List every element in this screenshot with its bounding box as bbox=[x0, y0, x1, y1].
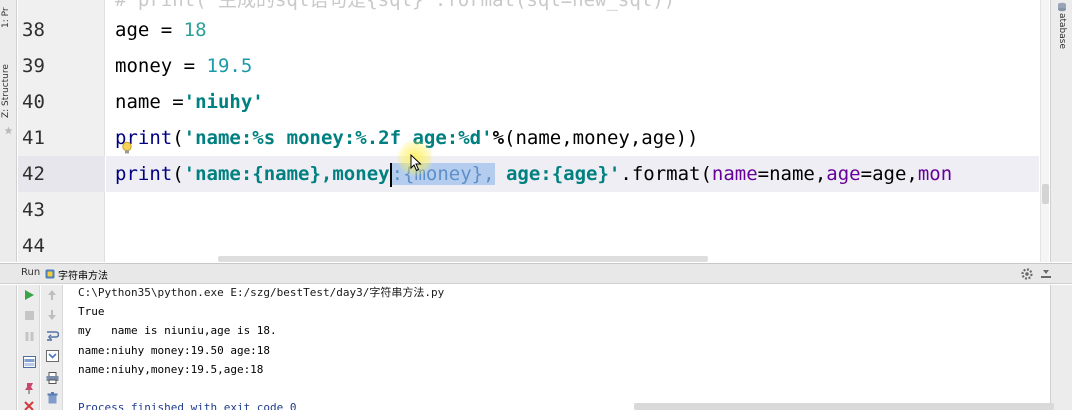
mouse-cursor-icon bbox=[410, 154, 422, 172]
console-line: name:niuhy,money:19.5,age:18 bbox=[78, 363, 264, 376]
paren: ( bbox=[172, 127, 184, 149]
close-icon bbox=[24, 401, 34, 410]
rerun-button[interactable] bbox=[22, 288, 36, 302]
line-number: 43 bbox=[22, 199, 45, 221]
line-number: 38 bbox=[22, 19, 45, 41]
status-bar-fragment bbox=[634, 403, 1054, 410]
string-literal: 'name:{name},mon bbox=[183, 163, 367, 185]
scroll-to-end-icon bbox=[45, 350, 59, 362]
console-line: True bbox=[78, 305, 105, 318]
string-literal: ' bbox=[481, 127, 493, 149]
play-icon bbox=[25, 290, 34, 300]
code-line-40[interactable]: name ='niuhy' bbox=[115, 84, 264, 120]
stop-icon bbox=[24, 310, 34, 320]
line-number: 44 bbox=[22, 235, 45, 257]
format-method: .format( bbox=[620, 163, 712, 185]
structure-tool-tab[interactable]: Z: Structure bbox=[1, 46, 11, 118]
print-icon bbox=[46, 372, 58, 384]
percent-operator: % bbox=[492, 127, 505, 149]
format-specifier: %s bbox=[252, 127, 276, 149]
string-literal: 'name: bbox=[183, 127, 253, 149]
soft-wrap-button[interactable] bbox=[45, 329, 59, 343]
stop-button[interactable] bbox=[22, 308, 36, 322]
pin-tab-button[interactable] bbox=[22, 381, 36, 395]
run-console-output[interactable]: C:\Python35\python.exe E:/szg/bestTest/d… bbox=[64, 285, 1049, 410]
favorites-icon[interactable] bbox=[4, 126, 13, 135]
keyword-argument: name bbox=[711, 163, 758, 185]
operator: = bbox=[160, 91, 184, 113]
close-run-button[interactable] bbox=[22, 399, 36, 410]
code-editor[interactable]: # print('生成的sql语句是{sql}'.format(sql=new_… bbox=[106, 0, 1039, 262]
variable: name bbox=[115, 91, 161, 113]
line-number: 42 bbox=[22, 163, 45, 185]
format-specifier: %.2f bbox=[355, 127, 402, 149]
trash-icon bbox=[47, 392, 57, 404]
database-tool-tab[interactable]: atabase bbox=[1057, 13, 1067, 49]
soft-wrap-icon bbox=[46, 331, 59, 341]
left-tool-strip: 1: Pr Z: Structure bbox=[0, 0, 17, 262]
variable: age bbox=[115, 19, 150, 41]
operator: = bbox=[149, 19, 184, 41]
layout-icon bbox=[22, 356, 36, 368]
arrow-up-icon bbox=[48, 290, 56, 300]
string-literal: ey bbox=[366, 163, 390, 185]
scroll-up-button[interactable] bbox=[45, 288, 59, 302]
scroll-to-end-button[interactable] bbox=[45, 349, 59, 363]
vertical-scrollbar[interactable] bbox=[1040, 0, 1049, 262]
gear-icon[interactable] bbox=[1020, 267, 1034, 281]
hide-panel-icon[interactable] bbox=[1040, 267, 1052, 281]
console-line: C:\Python35\python.exe E:/szg/bestTest/d… bbox=[78, 286, 445, 299]
console-exit-line: Process finished with exit code 0 bbox=[78, 401, 297, 410]
number-literal: 18 bbox=[183, 19, 207, 41]
line-number: 41 bbox=[22, 127, 45, 149]
pin-icon bbox=[25, 383, 33, 394]
lightbulb-icon[interactable] bbox=[120, 141, 134, 155]
builtin-function: print bbox=[115, 163, 173, 185]
arguments: (name,money,age)) bbox=[504, 127, 699, 149]
console-line: my name is niuniu,age is 18. bbox=[78, 324, 277, 337]
number-literal: 19.5 bbox=[206, 55, 253, 77]
run-left-strip bbox=[0, 285, 17, 410]
string-literal: money: bbox=[275, 127, 356, 149]
run-config-tab[interactable]: 字符串方法 bbox=[45, 266, 108, 282]
project-tool-tab[interactable]: 1: Pr bbox=[1, 0, 11, 28]
python-file-icon bbox=[45, 269, 55, 279]
run-toolbar-primary bbox=[18, 285, 40, 410]
line-number: 40 bbox=[22, 91, 45, 113]
argument-value: =name, bbox=[757, 163, 827, 185]
keyword-argument: mon bbox=[917, 163, 953, 185]
code-line-42[interactable]: print('name:{name},money:{money}, age:{a… bbox=[115, 156, 952, 192]
run-panel-header: Run 字符串方法 bbox=[0, 263, 1072, 284]
scrollbar-thumb[interactable] bbox=[1042, 184, 1049, 204]
print-button[interactable] bbox=[45, 371, 59, 385]
horizontal-scrollbar[interactable] bbox=[218, 256, 708, 262]
code-line-39[interactable]: money = 19.5 bbox=[115, 48, 252, 84]
code-line-38[interactable]: age = 18 bbox=[115, 12, 207, 48]
run-toolbar-secondary bbox=[41, 285, 63, 410]
string-literal: age:{age}' bbox=[494, 163, 621, 185]
clear-all-button[interactable] bbox=[45, 391, 59, 405]
keyword-argument: age bbox=[826, 163, 861, 185]
format-specifier: %d bbox=[458, 127, 482, 149]
pause-button[interactable] bbox=[22, 329, 36, 343]
pause-icon bbox=[25, 331, 33, 341]
string-literal: 'niuhy' bbox=[183, 91, 264, 113]
arrow-down-icon bbox=[48, 310, 56, 320]
run-panel-title: Run bbox=[21, 267, 41, 278]
operator: = bbox=[172, 55, 207, 77]
paren: ( bbox=[172, 163, 184, 185]
run-right-strip bbox=[1050, 285, 1072, 410]
database-icon[interactable] bbox=[1057, 2, 1067, 12]
layout-button[interactable] bbox=[22, 355, 36, 369]
scroll-down-button[interactable] bbox=[45, 308, 59, 322]
right-tool-strip: atabase bbox=[1050, 0, 1072, 262]
console-line: name:niuhy money:19.50 age:18 bbox=[78, 344, 271, 357]
variable: money bbox=[115, 55, 173, 77]
line-number-gutter: 38 39 40 41 42 43 44 bbox=[18, 0, 105, 262]
run-config-tab-label: 字符串方法 bbox=[58, 270, 108, 282]
line-number: 39 bbox=[22, 55, 45, 77]
argument-value: =age, bbox=[860, 163, 918, 185]
